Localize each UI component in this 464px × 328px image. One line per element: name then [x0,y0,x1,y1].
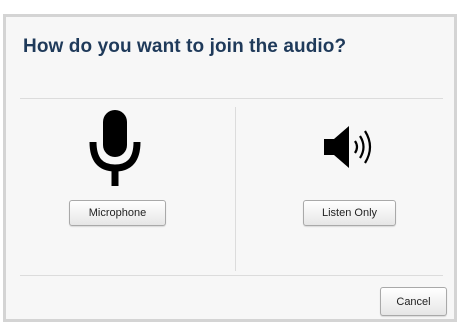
microphone-button[interactable]: Microphone [69,200,166,226]
footer-divider [20,275,443,276]
cancel-button[interactable]: Cancel [380,287,447,316]
options-divider [235,107,236,271]
join-audio-dialog: How do you want to join the audio? Micro… [3,14,457,322]
header-divider [20,98,443,99]
listen-only-button[interactable]: Listen Only [303,200,396,226]
dialog-title: How do you want to join the audio? [23,36,347,57]
microphone-icon [89,110,141,186]
speaker-icon [324,126,372,168]
